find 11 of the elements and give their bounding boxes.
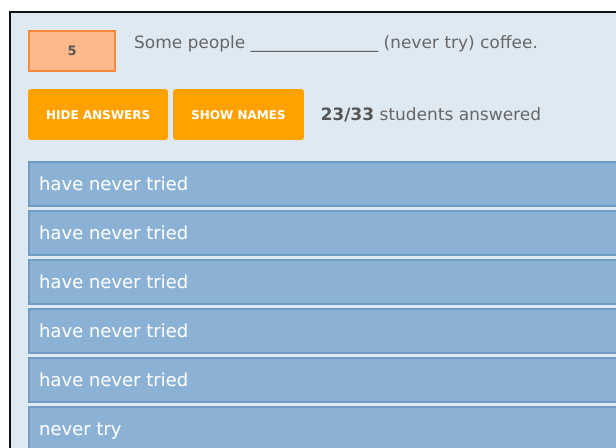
answer-row: have never tried	[28, 259, 616, 305]
hide-answers-button[interactable]: HIDE ANSWERS	[28, 89, 168, 140]
answer-row: have never tried	[28, 308, 616, 354]
answer-row: have never tried	[28, 210, 616, 256]
answer-row: have never tried	[28, 357, 616, 403]
question-sentence: Some people _______________ (never try) coffee.	[134, 33, 538, 53]
answered-count: 23/33 students answered	[320, 104, 542, 124]
show-names-button[interactable]: SHOW NAMES	[173, 89, 304, 140]
answer-row: never try	[28, 406, 616, 448]
question-number: 5	[28, 30, 116, 72]
answer-row: have never tried	[28, 161, 616, 207]
